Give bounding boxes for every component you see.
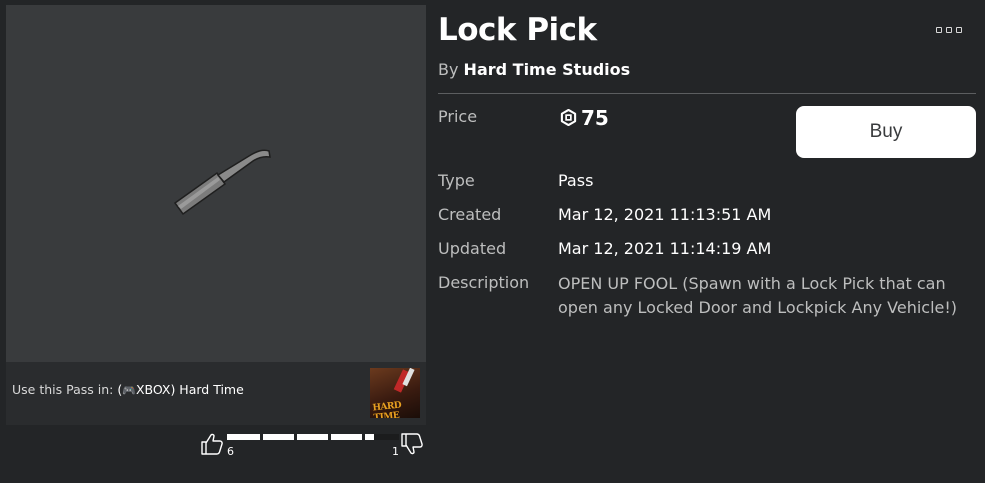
game-controller-icon: 🎮 — [122, 384, 136, 397]
creator-byline: By Hard Time Studios — [438, 60, 630, 79]
creator-link[interactable]: Hard Time Studios — [464, 60, 631, 79]
created-value: Mar 12, 2021 11:13:51 AM — [558, 205, 772, 224]
vote-ratio-bar — [227, 434, 399, 440]
item-thumbnail-image — [6, 5, 426, 362]
thumbs-up-icon[interactable] — [200, 432, 224, 456]
item-details-page: Use this Pass in: (🎮XBOX) Hard Time HARD… — [0, 0, 985, 483]
use-in-text: Use this Pass in: (🎮XBOX) Hard Time — [12, 382, 244, 397]
by-prefix: By — [438, 60, 459, 79]
use-in-game-bar: Use this Pass in: (🎮XBOX) Hard Time HARD… — [6, 362, 426, 425]
description-text: OPEN UP FOOL (Spawn with a Lock Pick tha… — [558, 274, 958, 317]
price-value: 75 — [581, 106, 609, 130]
description-label: Description — [438, 273, 530, 292]
thumbs-down-icon[interactable] — [400, 432, 424, 456]
lock-pick-image — [173, 149, 271, 216]
type-label: Type — [438, 171, 475, 190]
type-value: Pass — [558, 171, 594, 190]
created-label: Created — [438, 205, 502, 224]
game-name: XBOX) Hard Time — [135, 382, 244, 397]
updated-label: Updated — [438, 239, 507, 258]
header-divider — [438, 93, 976, 94]
game-thumb-text: HARD TIME — [372, 400, 402, 418]
more-options-icon[interactable] — [936, 25, 964, 35]
buy-button[interactable]: Buy — [796, 106, 976, 158]
item-title: Lock Pick — [438, 12, 597, 48]
vote-bar-separator — [260, 434, 263, 440]
vote-bar-separator — [362, 434, 365, 440]
robux-icon — [560, 109, 577, 126]
downvote-count: 1 — [392, 445, 399, 458]
use-in-prefix: Use this Pass in: — [12, 382, 114, 397]
vote-bar-separator — [328, 434, 331, 440]
upvote-count: 6 — [227, 445, 234, 458]
item-thumbnail-panel: Use this Pass in: (🎮XBOX) Hard Time HARD… — [6, 5, 426, 425]
game-thumbnail[interactable]: HARD TIME — [370, 368, 420, 418]
price-label: Price — [438, 107, 478, 126]
vote-area: 6 1 — [200, 430, 426, 460]
vote-bar-separator — [294, 434, 297, 440]
updated-value: Mar 12, 2021 11:14:19 AM — [558, 239, 772, 258]
game-link[interactable]: (🎮XBOX) Hard Time — [117, 382, 243, 397]
vote-ratio-fill — [227, 434, 374, 440]
price-value-wrap: 75 — [560, 106, 609, 130]
